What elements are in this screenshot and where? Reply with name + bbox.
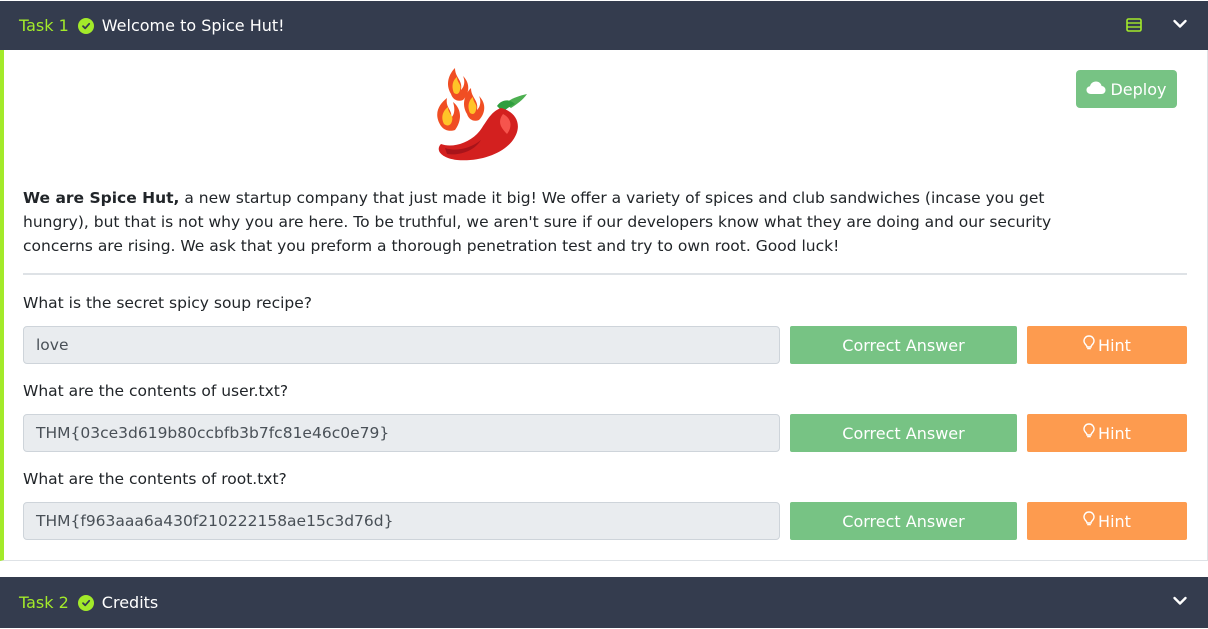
deploy-label: Deploy bbox=[1110, 79, 1167, 99]
task-1-header[interactable]: Task 1 Welcome to Spice Hut! bbox=[0, 1, 1208, 50]
cloud-icon bbox=[1086, 80, 1106, 99]
task-title: Welcome to Spice Hut! bbox=[101, 16, 285, 35]
task-2-header[interactable]: Task 2 Credits bbox=[0, 577, 1208, 628]
question-text: What are the contents of root.txt? bbox=[23, 470, 287, 488]
hint-label: Hint bbox=[1098, 335, 1131, 355]
answer-field[interactable]: THM{03ce3d619b80ccbfb3b7fc81e46c0e79} bbox=[23, 414, 780, 452]
hint-button[interactable]: Hint bbox=[1027, 414, 1187, 452]
question-2: What are the contents of user.txt? THM{0… bbox=[23, 380, 1187, 452]
intro-bold: We are Spice Hut, bbox=[23, 189, 180, 207]
task-title: Credits bbox=[101, 593, 159, 612]
task-1-body: Deploy We are Spice Hut, a new startup c… bbox=[0, 50, 1208, 561]
question-text: What are the contents of user.txt? bbox=[23, 382, 289, 400]
task-description: We are Spice Hut, a new startup company … bbox=[23, 186, 1063, 258]
task-number: Task 2 bbox=[19, 593, 69, 612]
hint-button[interactable]: Hint bbox=[1027, 502, 1187, 540]
task-number: Task 1 bbox=[19, 16, 69, 35]
answer-field[interactable]: love bbox=[23, 326, 780, 364]
check-circle-icon bbox=[77, 17, 94, 34]
hint-label: Hint bbox=[1098, 423, 1131, 443]
chevron-down-icon[interactable] bbox=[1172, 593, 1188, 613]
chili-pepper-image bbox=[431, 68, 533, 174]
hint-button[interactable]: Hint bbox=[1027, 326, 1187, 364]
divider bbox=[23, 273, 1187, 275]
question-text: What is the secret spicy soup recipe? bbox=[23, 294, 313, 312]
question-3: What are the contents of root.txt? THM{f… bbox=[23, 468, 1187, 540]
chevron-down-icon[interactable] bbox=[1172, 16, 1188, 36]
deploy-button[interactable]: Deploy bbox=[1076, 70, 1177, 108]
correct-answer-button[interactable]: Correct Answer bbox=[790, 502, 1017, 540]
correct-answer-button[interactable]: Correct Answer bbox=[790, 414, 1017, 452]
lightbulb-icon bbox=[1083, 423, 1095, 443]
answer-field[interactable]: THM{f963aaa6a430f210222158ae15c3d76d} bbox=[23, 502, 780, 540]
hint-label: Hint bbox=[1098, 511, 1131, 531]
lightbulb-icon bbox=[1083, 335, 1095, 355]
list-icon[interactable] bbox=[1126, 17, 1142, 37]
correct-answer-button[interactable]: Correct Answer bbox=[790, 326, 1017, 364]
question-1: What is the secret spicy soup recipe? lo… bbox=[23, 292, 1187, 364]
check-circle-icon bbox=[77, 594, 94, 611]
lightbulb-icon bbox=[1083, 511, 1095, 531]
